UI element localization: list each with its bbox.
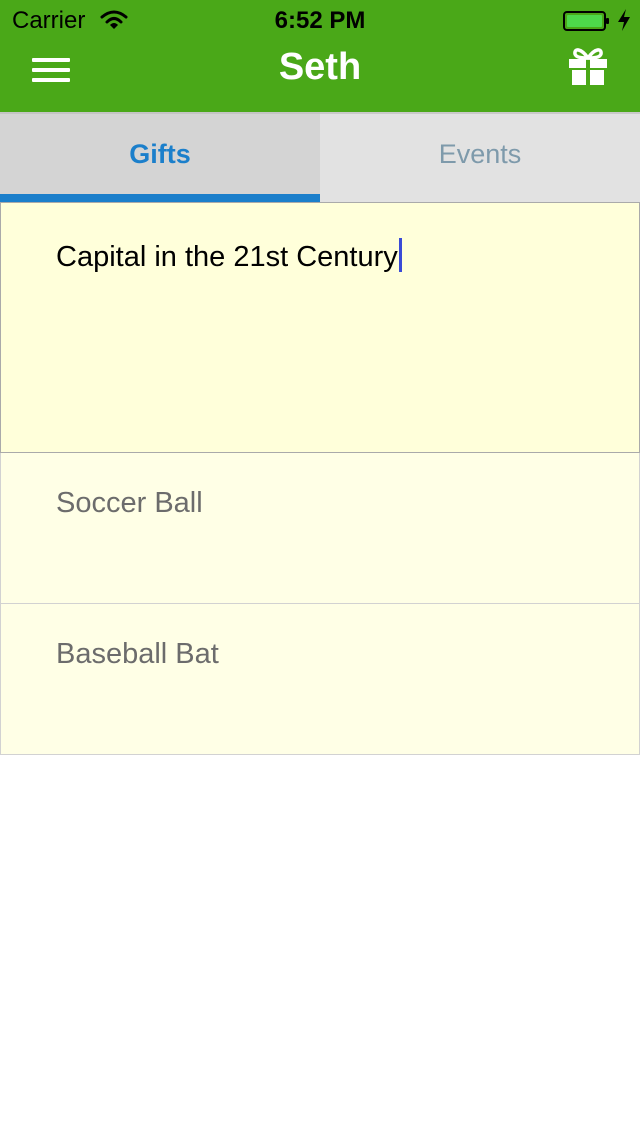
menu-button[interactable]	[24, 48, 80, 92]
gift-item-text: Soccer Ball	[56, 487, 203, 519]
gift-list: Capital in the 21st Century Soccer Ball …	[0, 202, 640, 755]
nav-header: Carrier 6:52 PM Seth	[0, 0, 640, 112]
gift-item-edit-field[interactable]: Capital in the 21st Century	[0, 202, 640, 453]
tab-gifts-label: Gifts	[129, 139, 191, 169]
battery-icon	[563, 11, 609, 31]
page-title: Seth	[278, 46, 362, 88]
gift-item-text: Capital in the 21st Century	[56, 241, 398, 273]
selected-tab-indicator	[0, 194, 320, 202]
gift-button[interactable]	[560, 44, 616, 88]
menu-icon	[32, 58, 70, 62]
list-item[interactable]: Baseball Bat	[0, 604, 640, 755]
gift-icon	[569, 48, 607, 85]
list-item[interactable]: Soccer Ball	[0, 453, 640, 604]
status-time: 6:52 PM	[274, 7, 366, 34]
tab-bar: Gifts Events	[0, 112, 640, 202]
charging-bolt-icon	[618, 9, 630, 31]
status-bar: Carrier 6:52 PM	[0, 0, 640, 40]
tab-gifts[interactable]: Gifts	[0, 112, 320, 202]
text-cursor	[398, 238, 402, 272]
gift-item-text: Baseball Bat	[56, 638, 219, 670]
tab-events[interactable]: Events	[320, 112, 640, 202]
tab-events-label: Events	[438, 139, 522, 169]
